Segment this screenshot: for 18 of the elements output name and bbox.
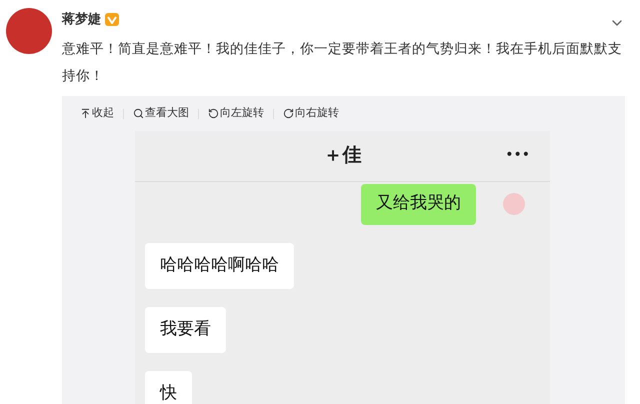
search-icon <box>133 108 144 119</box>
message-bubble: 哈哈哈哈啊哈哈 <box>145 242 294 288</box>
chat-title: ＋佳 <box>324 143 362 168</box>
upload-arrow-icon <box>80 108 91 119</box>
avatar[interactable] <box>6 8 52 54</box>
toolbar-button[interactable]: 向右旋转 <box>283 105 339 122</box>
toolbar-button[interactable]: 收起 <box>80 105 114 122</box>
author-name[interactable]: 蒋梦婕 <box>62 10 101 30</box>
post-text: 意难平！简直是意难平！我的佳佳子，你一定要带着王者的气势归来！我在手机后面默默支持你！ <box>62 40 623 86</box>
more-icon[interactable]: ••• <box>505 145 530 166</box>
toolbar-button[interactable]: 向左旋转 <box>208 105 264 122</box>
message-bubble: 快 <box>145 370 192 404</box>
toolbar-button[interactable]: 查看大图 <box>133 105 189 122</box>
rotate-right-icon <box>283 108 294 119</box>
rotate-left-icon <box>208 108 219 119</box>
message-bubble: 又给我哭的 <box>361 184 476 224</box>
avatar <box>503 193 525 215</box>
message-bubble: 我要看 <box>145 306 226 352</box>
